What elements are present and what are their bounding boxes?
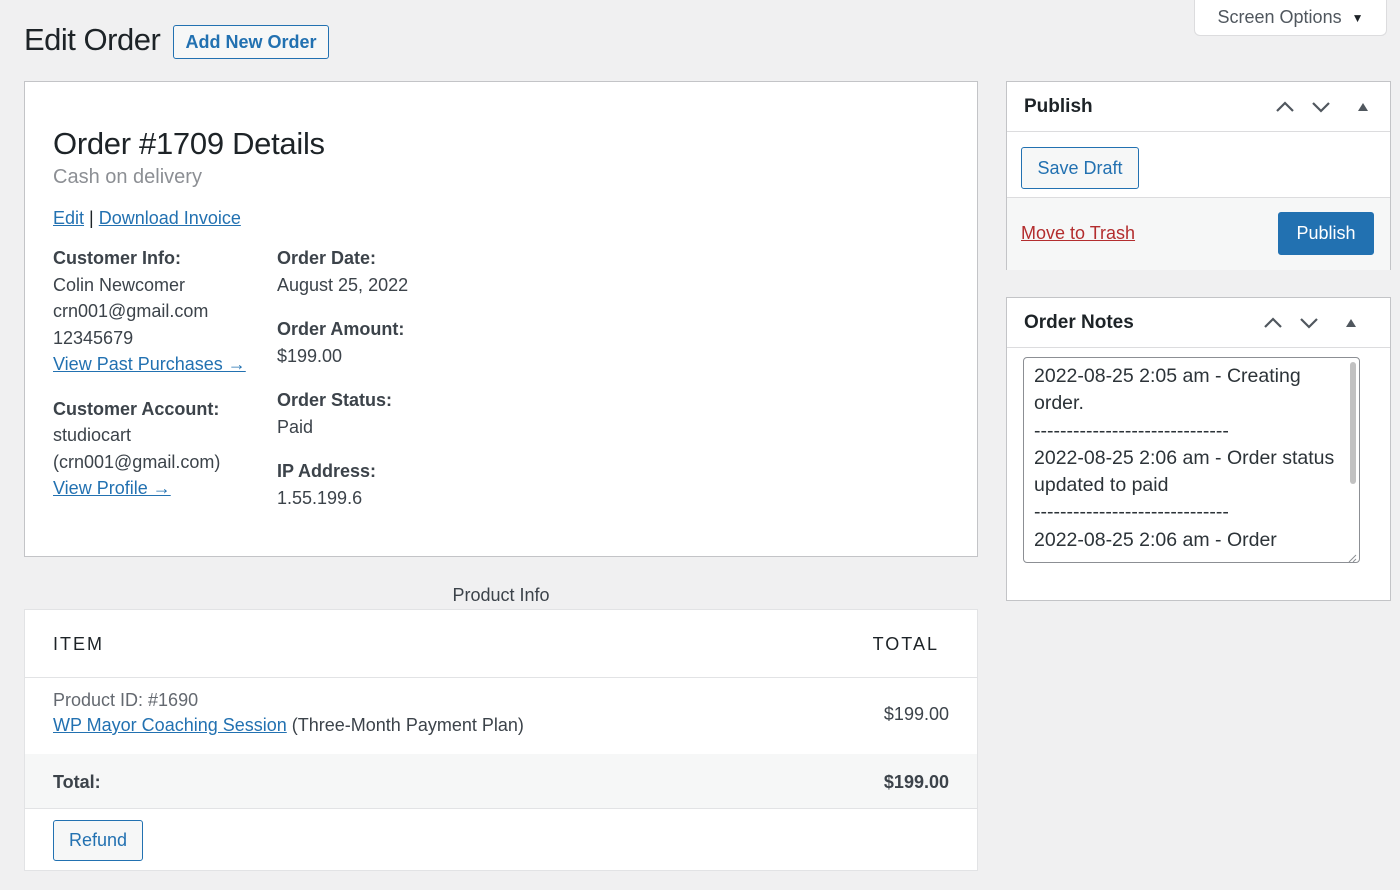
- product-name-cell: WP Mayor Coaching Session (Three-Month P…: [53, 715, 524, 736]
- order-amount-label: Order Amount:: [277, 319, 405, 339]
- table-header: ITEM TOTAL: [25, 610, 977, 678]
- screen-options-label: Screen Options: [1217, 7, 1342, 27]
- chevron-up-icon[interactable]: [1271, 92, 1299, 122]
- payment-method: Cash on delivery: [53, 166, 202, 188]
- total-value: $199.00: [883, 772, 949, 792]
- order-notes-title: Order Notes: [1024, 312, 1134, 333]
- table-row: Product ID: #1690 WP Mayor Coaching Sess…: [25, 678, 977, 754]
- order-details-panel: Order #1709 Details Cash on delivery Edi…: [24, 81, 978, 557]
- caret-down-icon: ▼: [1351, 10, 1364, 25]
- product-total: $199.00: [883, 704, 949, 724]
- link-separator: |: [89, 208, 94, 228]
- save-draft-button[interactable]: Save Draft: [1021, 147, 1139, 189]
- product-table: ITEM TOTAL Product ID: #1690 WP Mayor Co…: [24, 609, 978, 871]
- move-to-trash-link[interactable]: Move to Trash: [1021, 223, 1135, 244]
- order-amount: $199.00: [277, 345, 343, 366]
- product-plan: (Three-Month Payment Plan): [286, 715, 524, 735]
- account-email: (crn001@gmail.com): [53, 451, 221, 472]
- chevron-up-icon[interactable]: [1259, 308, 1287, 338]
- publish-button[interactable]: Publish: [1278, 212, 1374, 255]
- chevron-down-icon[interactable]: [1307, 92, 1335, 122]
- customer-account-label: Customer Account:: [53, 398, 220, 419]
- order-meta-column: Order Date: August 25, 2022 Order Amount…: [277, 245, 408, 511]
- chevron-down-icon[interactable]: [1295, 308, 1323, 338]
- toggle-triangle-icon[interactable]: [1349, 92, 1377, 122]
- resize-grip-icon[interactable]: [1347, 550, 1357, 562]
- order-notes-panel: Order Notes 2022-08-25 2:05 am - Creatin…: [1006, 297, 1391, 601]
- download-invoice-link[interactable]: Download Invoice: [99, 208, 241, 228]
- order-date: August 25, 2022: [277, 274, 409, 295]
- view-past-purchases-link[interactable]: View Past Purchases →: [53, 354, 246, 374]
- order-title: Order #1709 Details: [53, 126, 325, 161]
- product-link[interactable]: WP Mayor Coaching Session: [53, 715, 287, 735]
- order-notes-header: Order Notes: [1007, 298, 1390, 348]
- order-date-label: Order Date:: [277, 248, 377, 268]
- product-info-caption: Product Info: [452, 585, 550, 605]
- customer-email: crn001@gmail.com: [53, 301, 209, 321]
- customer-column: Customer Info: Colin Newcomer crn001@gma…: [53, 245, 246, 502]
- column-header-total: TOTAL: [872, 634, 939, 654]
- order-status-label: Order Status:: [277, 390, 393, 410]
- publish-panel: Publish Save Draft Move to Trash Publish: [1006, 81, 1391, 270]
- customer-phone: 12345679: [53, 327, 134, 348]
- add-new-order-button[interactable]: Add New Order: [173, 25, 329, 59]
- column-header-item: ITEM: [53, 634, 104, 654]
- page-title: Edit Order: [24, 22, 161, 57]
- refund-button[interactable]: Refund: [53, 820, 143, 861]
- customer-info-label: Customer Info:: [53, 248, 181, 268]
- ip-address-label: IP Address:: [277, 461, 377, 481]
- product-id: Product ID: #1690: [53, 690, 199, 710]
- view-profile-link[interactable]: View Profile →: [53, 478, 171, 498]
- order-action-links: Edit | Download Invoice: [53, 208, 241, 229]
- publish-actions: Move to Trash Publish: [1007, 197, 1390, 270]
- total-label: Total:: [53, 772, 101, 792]
- screen-options-button[interactable]: Screen Options ▼: [1194, 0, 1387, 36]
- order-notes-textarea[interactable]: 2022-08-25 2:05 am - Creating order. ---…: [1023, 357, 1360, 563]
- ip-address: 1.55.199.6: [277, 487, 363, 508]
- order-status: Paid: [277, 416, 314, 437]
- notes-scrollbar[interactable]: [1350, 362, 1356, 484]
- publish-panel-header: Publish: [1007, 82, 1390, 132]
- order-notes-content: 2022-08-25 2:05 am - Creating order. ---…: [1034, 365, 1335, 551]
- account-username: studiocart: [53, 425, 132, 445]
- customer-name: Colin Newcomer: [53, 274, 186, 295]
- edit-link[interactable]: Edit: [53, 208, 84, 228]
- toggle-triangle-icon[interactable]: [1337, 308, 1365, 338]
- total-row: Total: $199.00: [25, 754, 977, 809]
- publish-panel-title: Publish: [1024, 96, 1093, 117]
